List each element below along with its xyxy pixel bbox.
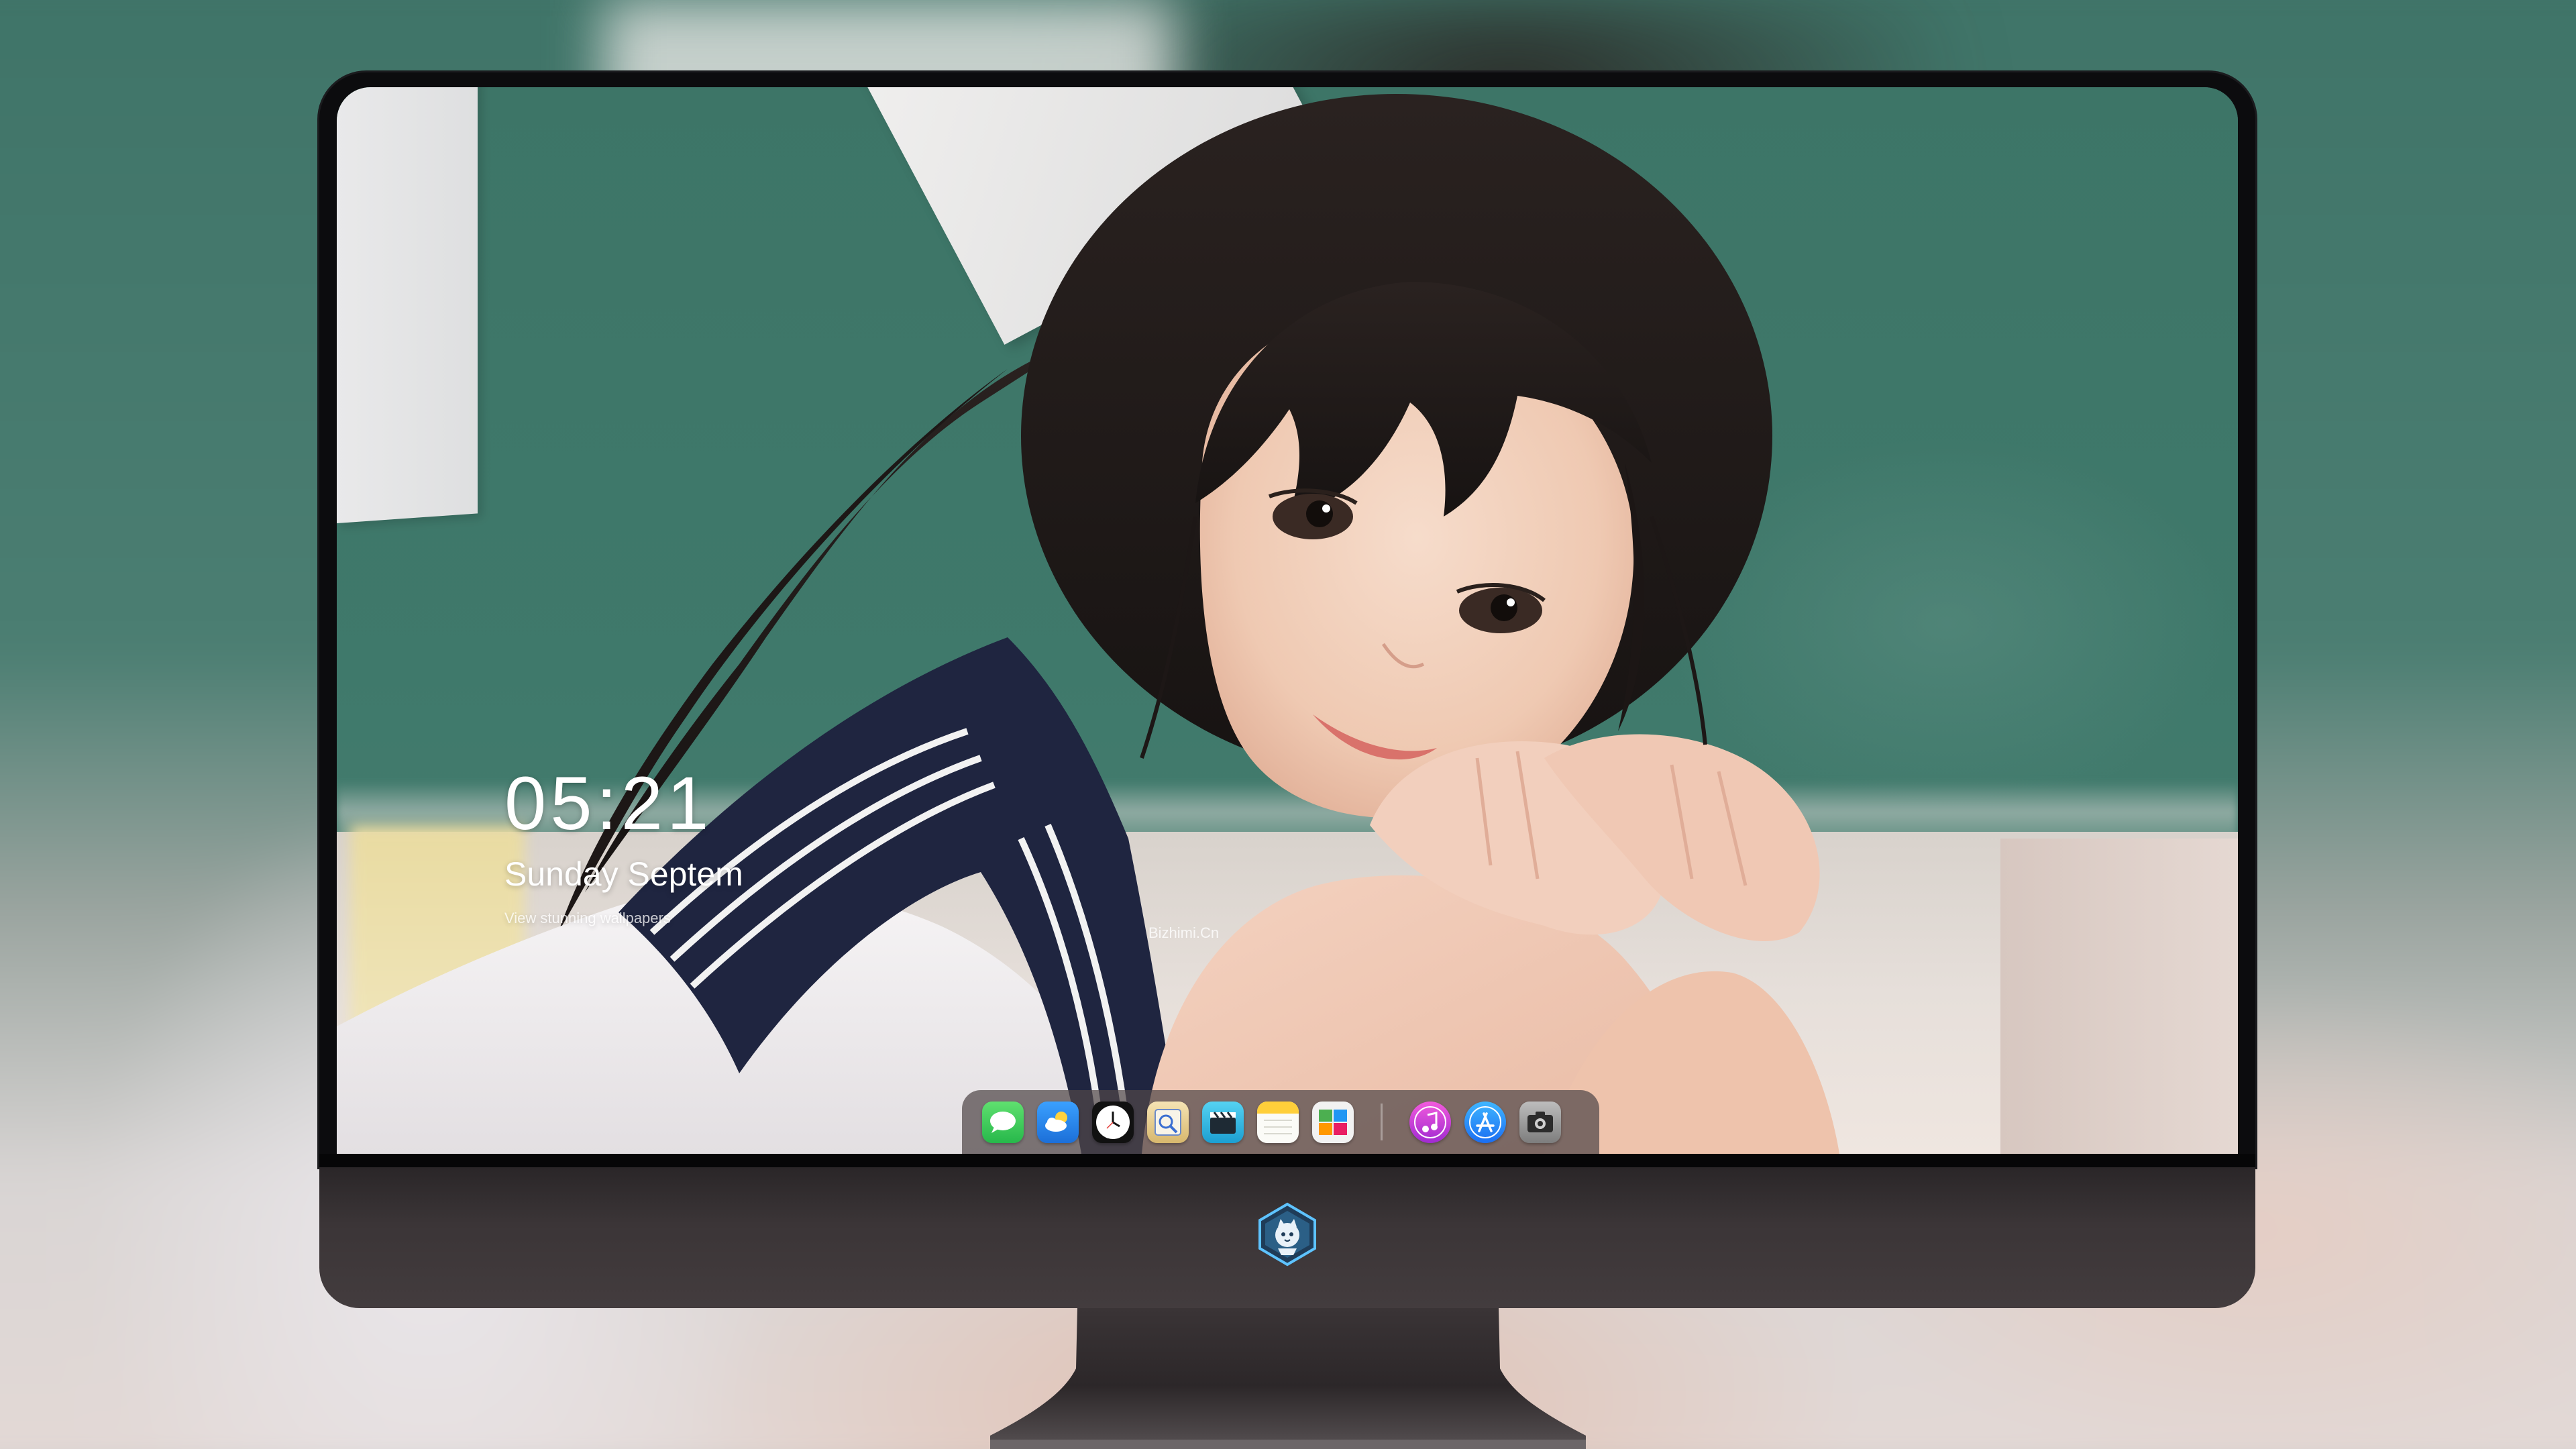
video-clapper-icon[interactable] [1202, 1101, 1244, 1143]
weather-icon[interactable] [1037, 1101, 1079, 1143]
dock-separator [1381, 1104, 1383, 1140]
wallpaper-credit: Bizhimi.Cn [1148, 924, 1220, 941]
messages-icon[interactable] [982, 1101, 1024, 1143]
photos-gallery-icon[interactable] [1312, 1101, 1354, 1143]
notes-icon[interactable] [1257, 1101, 1299, 1143]
dock [962, 1090, 1599, 1154]
monitor-stand [990, 1308, 1586, 1449]
app-store-icon[interactable] [1464, 1101, 1506, 1143]
monitor-bezel: 05:21 Sunday Septem View stunning wallpa… [319, 72, 2255, 1167]
lockscreen-time: 05:21 [504, 761, 713, 845]
lockscreen-caption: View stunning wallpapers [504, 910, 671, 926]
cat-mascot-logo [1258, 1202, 1316, 1267]
monitor-bezel-bottom [319, 1154, 2255, 1167]
imac-monitor: 05:21 Sunday Septem View stunning wallpa… [319, 72, 2255, 1308]
wallpaper: 05:21 Sunday Septem View stunning wallpa… [337, 87, 2238, 1154]
desktop-scene: 05:21 Sunday Septem View stunning wallpa… [0, 0, 2576, 1449]
wallpaper-portrait [337, 94, 1839, 1154]
camera-icon[interactable] [1519, 1101, 1561, 1143]
music-icon[interactable] [1409, 1101, 1451, 1143]
lockscreen-clock-widget: 05:21 Sunday Septem View stunning wallpa… [504, 766, 743, 927]
preview-icon[interactable] [1147, 1101, 1189, 1143]
clock-icon[interactable] [1092, 1101, 1134, 1143]
monitor-screen: 05:21 Sunday Septem View stunning wallpa… [337, 87, 2238, 1154]
lockscreen-date: Sunday Septem [504, 855, 743, 893]
